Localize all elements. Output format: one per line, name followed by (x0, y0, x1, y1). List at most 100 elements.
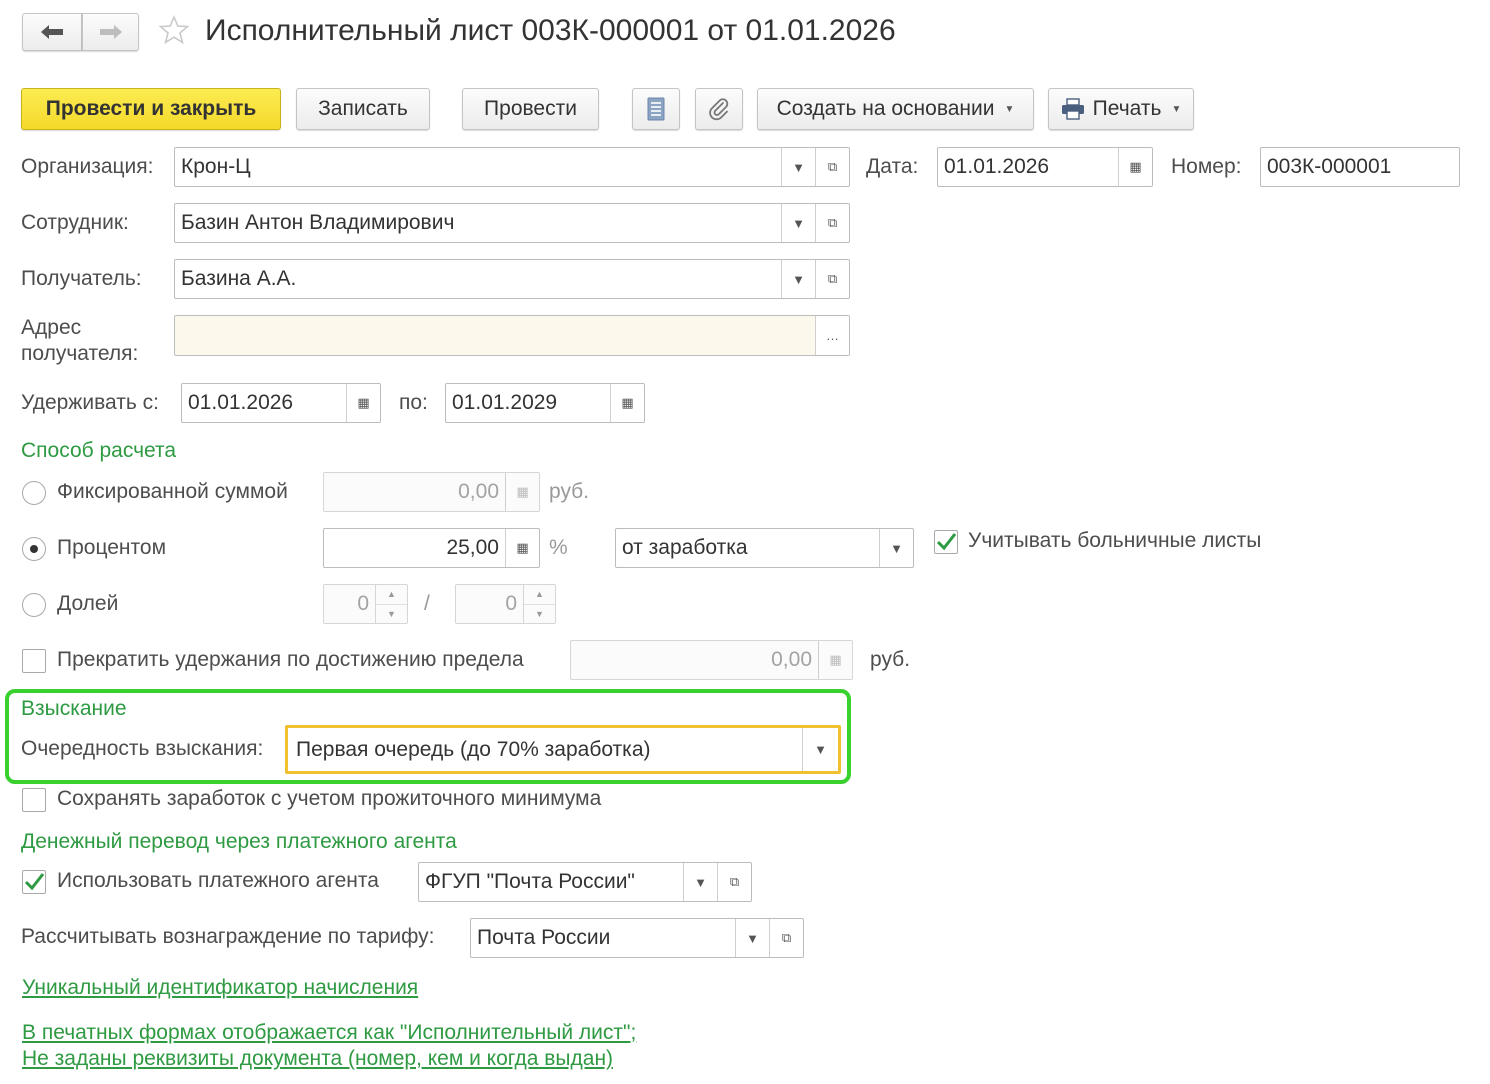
agent-value: ФГУП "Почта России" (425, 870, 635, 893)
print-button[interactable]: Печать ▼ (1048, 88, 1194, 130)
recipient-field[interactable]: Базина А.А. ▼ ⧉ (174, 259, 850, 299)
transfer-section-title: Денежный перевод через платежного агента (21, 830, 457, 853)
share-radio[interactable] (22, 593, 46, 617)
dropdown-icon[interactable]: ▼ (781, 260, 815, 298)
percent-base-select[interactable]: от заработка ▼ (615, 528, 914, 568)
calculator-icon[interactable]: ▦ (818, 641, 852, 679)
print-label: Печать (1092, 97, 1162, 120)
dropdown-icon[interactable]: ▼ (802, 728, 838, 771)
organization-value: Крон-Ц (181, 155, 251, 178)
checkmark-icon (24, 873, 45, 891)
dropdown-icon[interactable]: ▼ (735, 919, 769, 957)
dropdown-icon[interactable]: ▼ (683, 863, 717, 901)
list-document-icon (647, 97, 665, 121)
address-label-line2: получателя: (21, 342, 139, 365)
agent-field[interactable]: ФГУП "Почта России" ▼ ⧉ (418, 862, 752, 902)
withhold-to-value: 01.01.2029 (452, 391, 558, 414)
tariff-field[interactable]: Почта России ▼ ⧉ (470, 918, 804, 958)
number-field[interactable]: 003К-000001 (1260, 147, 1460, 187)
select-ellipsis-icon[interactable]: … (815, 316, 849, 355)
dropdown-icon[interactable]: ▼ (781, 148, 815, 186)
share-numerator-value: 0 (357, 592, 369, 615)
print-forms-link-line1[interactable]: В печатных формах отображается как "Испо… (22, 1020, 636, 1046)
address-label-line1: Адрес (21, 316, 82, 339)
limit-checkbox[interactable] (22, 649, 46, 673)
keep-min-label: Сохранять заработок с учетом прожиточног… (57, 787, 602, 810)
checkmark-icon (936, 533, 957, 551)
date-field[interactable]: 01.01.2026 ▦ (937, 147, 1153, 187)
forward-button[interactable] (82, 13, 139, 51)
arrow-left-icon (41, 25, 63, 39)
number-value: 003К-000001 (1267, 155, 1392, 178)
share-denominator-field[interactable]: 0 ▲ ▼ (455, 584, 556, 624)
post-button[interactable]: Провести (462, 88, 599, 130)
recipient-label: Получатель: (21, 267, 142, 290)
withhold-from-value: 01.01.2026 (188, 391, 294, 414)
calculator-icon[interactable]: ▦ (505, 473, 539, 511)
sick-leave-checkbox[interactable] (934, 530, 958, 554)
fixed-amount-field[interactable]: 0,00 ▦ (323, 472, 540, 512)
withhold-from-field[interactable]: 01.01.2026 ▦ (181, 383, 381, 423)
collection-order-value: Первая очередь (до 70% заработка) (296, 737, 651, 761)
use-agent-checkbox[interactable] (22, 870, 46, 894)
fixed-amount-unit: руб. (549, 480, 590, 503)
organization-field[interactable]: Крон-Ц ▼ ⧉ (174, 147, 850, 187)
post-and-close-button[interactable]: Провести и закрыть (21, 88, 281, 130)
dropdown-caret-icon: ▼ (1171, 103, 1182, 115)
use-agent-label: Использовать платежного агента (57, 869, 379, 892)
dropdown-icon[interactable]: ▼ (879, 529, 913, 567)
back-button[interactable] (22, 13, 82, 51)
address-field[interactable]: … (174, 315, 850, 356)
limit-field[interactable]: 0,00 ▦ (570, 640, 853, 680)
attach-files-button[interactable] (695, 88, 743, 130)
open-icon[interactable]: ⧉ (815, 260, 849, 298)
print-forms-link-line2[interactable]: Не заданы реквизиты документа (номер, ке… (22, 1046, 613, 1072)
fixed-amount-radio[interactable] (22, 481, 46, 505)
arrow-right-icon (99, 25, 122, 39)
percent-value: 25,00 (446, 536, 499, 559)
keep-min-checkbox[interactable] (22, 788, 46, 812)
share-label: Долей (57, 592, 119, 615)
withhold-to-field[interactable]: 01.01.2029 ▦ (445, 383, 645, 423)
percent-radio[interactable] (22, 537, 46, 561)
organization-label: Организация: (21, 155, 154, 178)
paperclip-icon (709, 98, 729, 121)
calculator-icon[interactable]: ▦ (505, 529, 539, 567)
limit-label: Прекратить удержания по достижению преде… (57, 648, 524, 671)
percent-unit: % (549, 536, 568, 559)
printer-icon (1061, 98, 1084, 120)
calendar-icon[interactable]: ▦ (346, 384, 380, 422)
employee-label: Сотрудник: (21, 211, 129, 234)
percent-base-value: от заработка (622, 536, 748, 559)
document-journal-button[interactable] (632, 88, 680, 130)
percent-field[interactable]: 25,00 ▦ (323, 528, 540, 568)
limit-value: 0,00 (771, 648, 812, 671)
recipient-value: Базина А.А. (181, 267, 297, 290)
open-icon[interactable]: ⧉ (717, 863, 751, 901)
employee-value: Базин Антон Владимирович (181, 211, 455, 234)
spinner[interactable]: ▲ ▼ (375, 585, 407, 623)
calc-section-title: Способ расчета (21, 439, 177, 462)
open-icon[interactable]: ⧉ (769, 919, 803, 957)
create-based-on-button[interactable]: Создать на основании ▼ (757, 88, 1034, 130)
collection-order-select[interactable]: Первая очередь (до 70% заработка) ▼ (285, 725, 841, 774)
fixed-amount-value: 0,00 (458, 480, 499, 503)
save-button[interactable]: Записать (296, 88, 430, 130)
open-icon[interactable]: ⧉ (815, 204, 849, 242)
calendar-icon[interactable]: ▦ (1118, 148, 1152, 186)
dropdown-caret-icon: ▼ (1004, 103, 1015, 115)
collection-order-label: Очередность взыскания: (21, 737, 264, 760)
calendar-icon[interactable]: ▦ (610, 384, 644, 422)
page-title: Исполнительный лист 003К-000001 от 01.01… (205, 14, 896, 47)
create-based-on-label: Создать на основании (776, 97, 995, 120)
uid-link[interactable]: Уникальный идентификатор начисления (22, 975, 418, 1001)
spinner[interactable]: ▲ ▼ (523, 585, 555, 623)
share-numerator-field[interactable]: 0 ▲ ▼ (323, 584, 408, 624)
favorite-star-icon[interactable] (158, 14, 190, 48)
employee-field[interactable]: Базин Антон Владимирович ▼ ⧉ (174, 203, 850, 243)
fixed-amount-label: Фиксированной суммой (57, 480, 288, 503)
dropdown-icon[interactable]: ▼ (781, 204, 815, 242)
percent-label: Процентом (57, 536, 167, 559)
open-icon[interactable]: ⧉ (815, 148, 849, 186)
radio-selected-dot (30, 545, 38, 553)
